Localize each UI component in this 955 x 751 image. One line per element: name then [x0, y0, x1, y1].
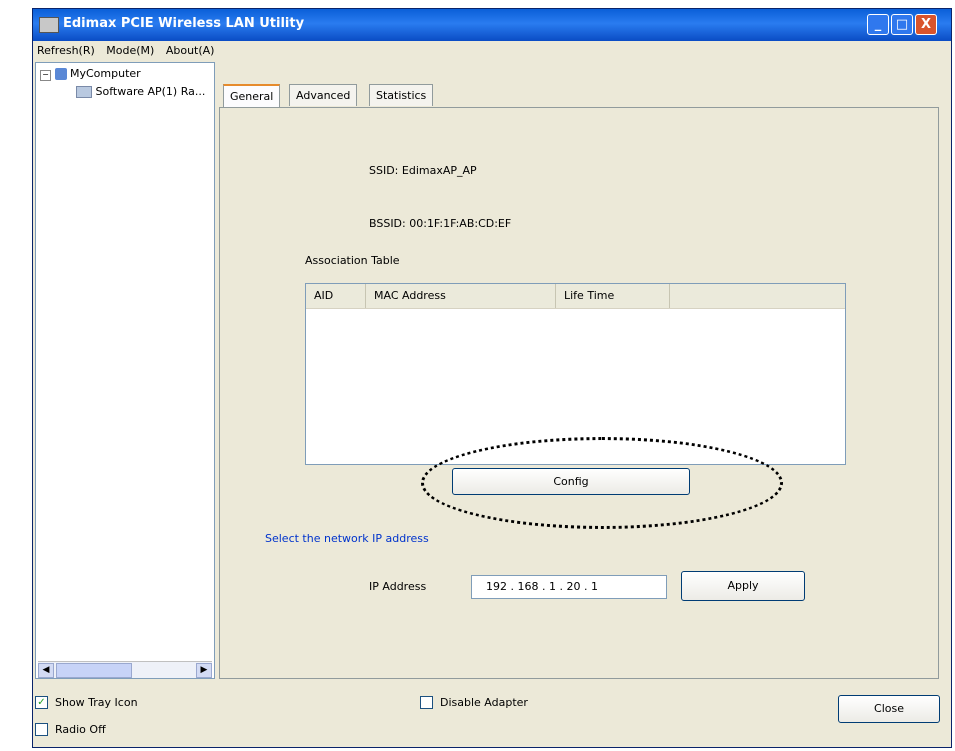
collapse-icon[interactable]: −	[40, 70, 51, 81]
menu-bar: Refresh(R) Mode(M) About(A)	[33, 41, 951, 61]
show-tray-label: Show Tray Icon	[55, 696, 138, 709]
menu-refresh[interactable]: Refresh(R)	[33, 41, 99, 60]
highlight-ellipse	[421, 437, 783, 529]
tree-horizontal-scrollbar[interactable]: ◀ ▶	[38, 661, 212, 678]
ip-address-link[interactable]: Select the network IP address	[265, 532, 429, 545]
scroll-right-icon[interactable]: ▶	[196, 663, 212, 678]
network-adapter-icon	[76, 86, 92, 98]
radio-off-label: Radio Off	[55, 723, 106, 736]
column-aid[interactable]: AID	[306, 284, 366, 308]
ssid-text: SSID: EdimaxAP_AP	[369, 164, 477, 177]
column-life-time[interactable]: Life Time	[556, 284, 670, 308]
tree-child-row[interactable]: Software AP(1) Ra...	[76, 85, 205, 98]
apply-button[interactable]: Apply	[681, 571, 805, 601]
app-window: Edimax PCIE Wireless LAN Utility _ □ X R…	[32, 8, 952, 748]
ip-address-field[interactable]: 192 . 168 . 1 . 20 . 1	[471, 575, 667, 599]
tree-child-label: Software AP(1) Ra...	[95, 85, 206, 98]
disable-adapter-label: Disable Adapter	[440, 696, 528, 709]
tree-root-label: MyComputer	[70, 67, 141, 80]
table-header: AID MAC Address Life Time	[306, 284, 845, 309]
association-table-label: Association Table	[305, 254, 400, 267]
title-bar[interactable]: Edimax PCIE Wireless LAN Utility _ □ X	[33, 9, 951, 41]
ip-address-label: IP Address	[369, 580, 427, 593]
window-title: Edimax PCIE Wireless LAN Utility	[63, 16, 305, 31]
scroll-left-icon[interactable]: ◀	[38, 663, 54, 678]
menu-about[interactable]: About(A)	[162, 41, 219, 60]
close-button[interactable]: Close	[838, 695, 940, 723]
tab-general[interactable]: General	[223, 84, 281, 109]
column-mac-address[interactable]: MAC Address	[366, 284, 556, 308]
menu-mode[interactable]: Mode(M)	[102, 41, 158, 60]
device-tree[interactable]: − MyComputer Software AP(1) Ra... ◀ ▶	[35, 62, 215, 679]
bssid-text: BSSID: 00:1F:1F:AB:CD:EF	[369, 217, 512, 230]
minimize-button[interactable]: _	[867, 14, 889, 35]
scroll-thumb[interactable]	[56, 663, 132, 678]
tree-root-row[interactable]: − MyComputer	[40, 67, 141, 81]
radio-off-checkbox[interactable]	[35, 723, 48, 736]
tab-advanced[interactable]: Advanced	[289, 84, 358, 106]
app-icon	[39, 17, 59, 33]
computer-icon	[54, 68, 67, 80]
disable-adapter-checkbox[interactable]	[420, 696, 433, 709]
close-window-button[interactable]: X	[915, 14, 937, 35]
tab-statistics[interactable]: Statistics	[369, 84, 434, 106]
show-tray-checkbox[interactable]: ✓	[35, 696, 48, 709]
maximize-button[interactable]: □	[891, 14, 913, 35]
